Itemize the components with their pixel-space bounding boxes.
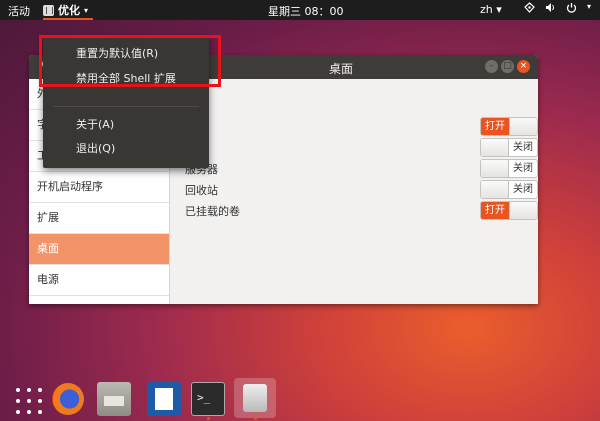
input-method-indicator[interactable]: zh ▾ [480, 3, 502, 16]
setting-row-mounted-volumes: 已挂载的卷 打开 [185, 201, 538, 221]
clock[interactable]: 星期三 08：00 [268, 3, 344, 19]
maximize-button[interactable]: □ [501, 60, 514, 73]
app-name: 优化 [58, 4, 80, 17]
trash-toggle[interactable]: 关闭 [480, 180, 538, 199]
running-indicator [207, 417, 210, 420]
setting-row-home-folder: 件夹 关闭 [185, 138, 538, 158]
app-menu-button[interactable]: 优化 ▾ [43, 2, 88, 18]
writer-icon[interactable] [147, 382, 181, 416]
toggle-knob [481, 139, 509, 156]
home-folder-toggle[interactable]: 关闭 [480, 138, 538, 157]
close-button[interactable]: × [517, 60, 530, 73]
system-status-area[interactable]: ▾ [524, 2, 591, 16]
menu-item-about[interactable]: 关于(A) [76, 116, 114, 132]
activities-button[interactable]: 活动 [8, 3, 30, 19]
mounted-volumes-toggle[interactable]: 打开 [480, 201, 538, 220]
terminal-icon[interactable]: >_ [191, 382, 225, 416]
volume-icon [545, 2, 556, 16]
setting-row-show-icons: 图标 打开 [185, 117, 538, 137]
setting-row-trash: 回收站 关闭 [185, 180, 538, 200]
menu-item-quit[interactable]: 退出(Q) [76, 140, 115, 156]
dock: >_ [0, 375, 600, 421]
toggle-on-label: 打开 [481, 118, 509, 135]
highlight-annotation-box [39, 35, 221, 87]
toggle-knob [481, 160, 509, 177]
setting-label: 已挂载的卷 [185, 205, 240, 218]
sidebar-item-startup-applications[interactable]: 开机启动程序 [29, 172, 169, 203]
tweaks-icon[interactable] [234, 378, 276, 418]
power-icon [566, 2, 577, 16]
files-icon[interactable] [97, 382, 131, 416]
setting-row-network-servers: 服务器 关闭 [185, 159, 538, 179]
window-controls: – □ × [485, 60, 530, 73]
terminal-prompt: >_ [197, 391, 211, 404]
minimize-button[interactable]: – [485, 60, 498, 73]
toggle-off-label: 关闭 [513, 184, 533, 195]
toggle-knob [509, 118, 537, 135]
toggle-off-label: 关闭 [513, 142, 533, 153]
network-servers-toggle[interactable]: 关闭 [480, 159, 538, 178]
window-title: 桌面 [329, 62, 354, 76]
app-menu-active-indicator [43, 18, 93, 20]
firefox-icon[interactable] [52, 383, 84, 415]
running-indicator [254, 417, 257, 420]
toggle-on-label: 打开 [481, 202, 509, 219]
top-bar: 活动 优化 ▾ 星期三 08：00 zh ▾ ▾ [0, 0, 600, 20]
caret-down-icon: ▾ [84, 5, 89, 15]
show-icons-toggle[interactable]: 打开 [480, 117, 538, 136]
sidebar-item-extensions[interactable]: 扩展 [29, 203, 169, 234]
apps-grid-icon[interactable] [10, 382, 44, 416]
tweaks-app-icon [43, 4, 54, 16]
network-icon [524, 2, 535, 16]
toggle-off-label: 关闭 [513, 163, 533, 174]
menu-separator [53, 106, 199, 107]
sidebar-item-desktop[interactable]: 桌面 [29, 234, 169, 265]
settings-panel: 图标 图标 打开 件夹 关闭 服务器 关闭 回收站 [170, 79, 538, 304]
toggle-knob [509, 202, 537, 219]
toggle-knob [481, 181, 509, 198]
sidebar-item-power[interactable]: 电源 [29, 265, 169, 296]
setting-label: 回收站 [185, 184, 218, 197]
chevron-down-icon: ▾ [587, 2, 592, 11]
